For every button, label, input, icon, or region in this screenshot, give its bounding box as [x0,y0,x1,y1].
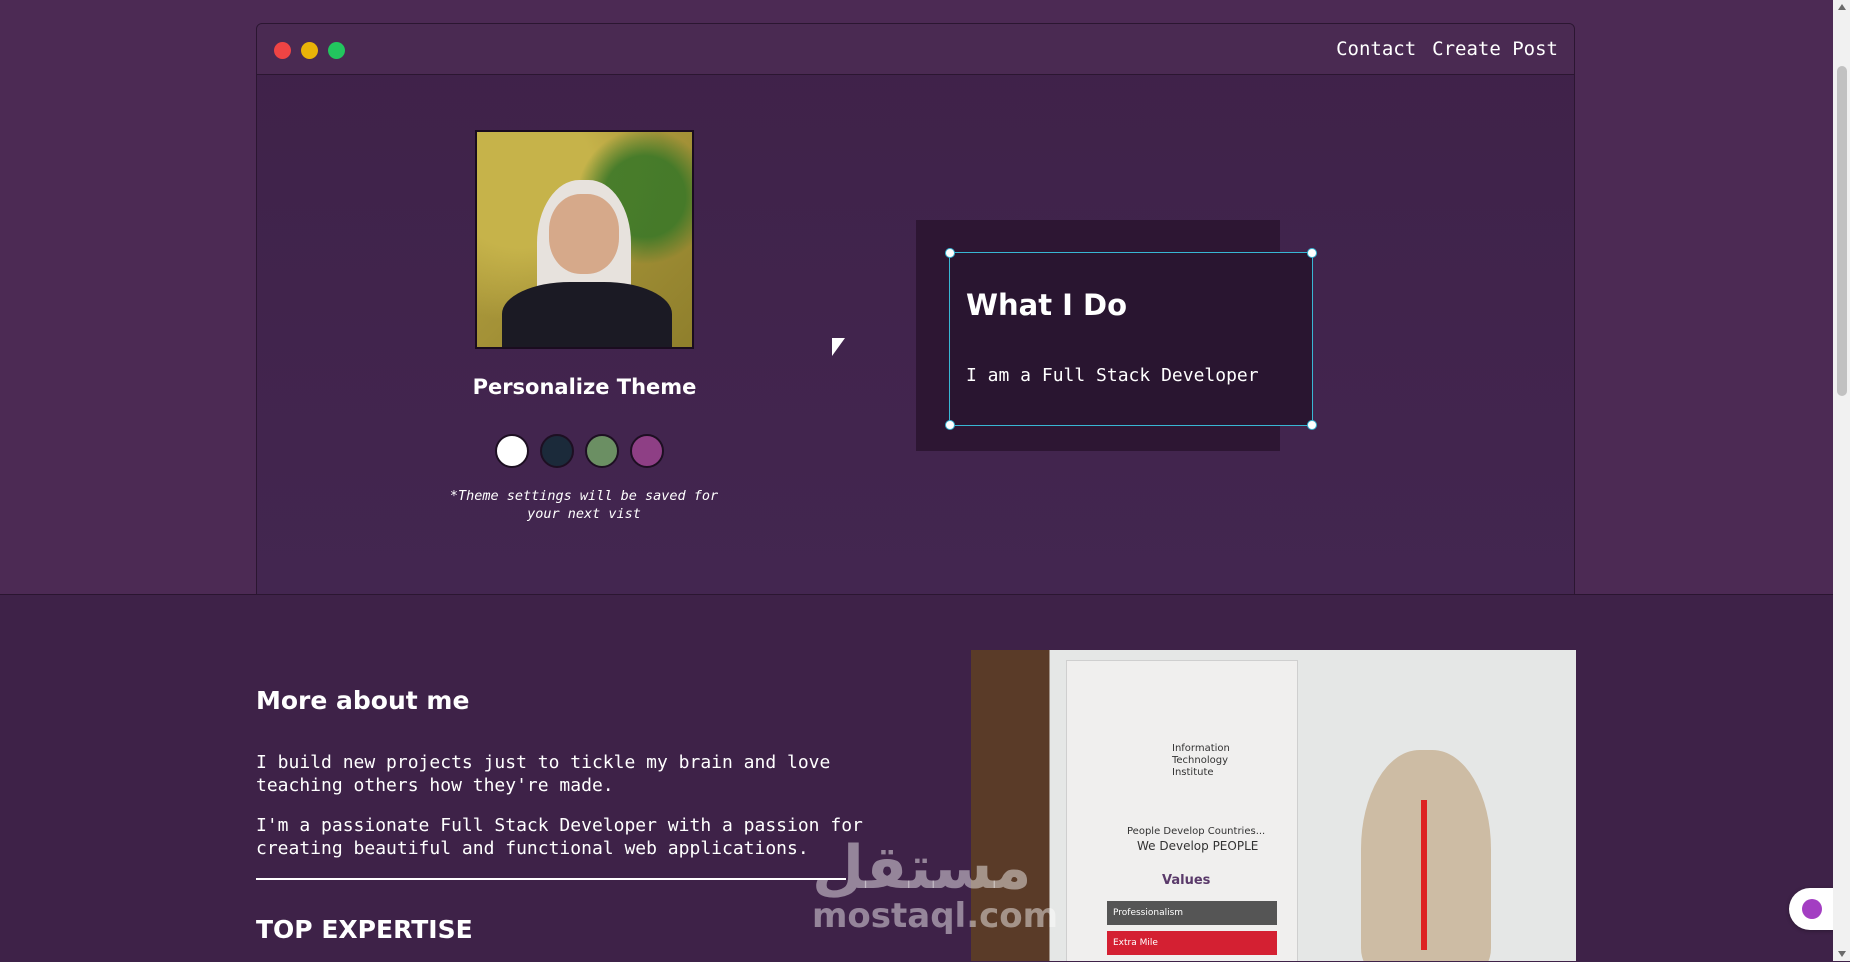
about-paragraph-2: I'm a passionate Full Stack Developer wi… [256,815,863,859]
resize-handle-icon[interactable] [945,420,955,430]
banner-value-1: Professionalism [1107,901,1277,925]
page-scrollbar[interactable] [1833,0,1850,961]
scroll-down-icon[interactable] [1838,951,1846,957]
brain-icon [1801,899,1822,919]
about-paragraph-1: I build new projects just to tickle my b… [256,752,831,796]
banner-org: Information Technology Institute [1172,743,1230,779]
mouse-cursor-icon [832,338,845,356]
banner-slogan-1: People Develop Countries... [1127,826,1266,837]
theme-swatch-green[interactable] [585,434,619,468]
floating-helper-button[interactable] [1789,888,1834,930]
banner-value-2: Extra Mile [1107,931,1277,955]
theme-swatch-dark-blue[interactable] [540,434,574,468]
iti-banner: Information Technology Institute People … [1066,660,1298,961]
close-dot-icon[interactable] [274,42,291,59]
banner-org-line2: Technology [1172,755,1229,766]
nav-create-post-link[interactable]: Create Post [1432,38,1558,60]
theme-note: *Theme settings will be saved for your n… [439,487,729,523]
what-i-do-card[interactable]: What I Do I am a Full Stack Developer [945,248,1317,430]
mostaql-watermark: مستقل mostaql.com [812,838,1058,934]
watermark-arabic: مستقل [812,833,1032,903]
theme-swatch-white[interactable] [495,434,529,468]
window-titlebar: Contact Create Post [257,24,1574,75]
theme-swatches [495,434,664,468]
photo-detail [502,282,672,347]
banner-slogan-2: We Develop PEOPLE [1137,839,1259,853]
minimize-dot-icon[interactable] [301,42,318,59]
more-about-heading: More about me [256,686,470,715]
about-photo: Information Technology Institute People … [971,650,1576,961]
browser-window: Contact Create Post Personalize Theme *T… [256,23,1575,595]
profile-photo [475,130,694,349]
resize-handle-icon[interactable] [945,248,955,258]
theme-note-line1: *Theme settings will be saved for [449,488,719,504]
resize-handle-icon[interactable] [1307,248,1317,258]
nav-contact-link[interactable]: Contact [1336,38,1416,60]
photo-lanyard [1421,800,1427,950]
banner-org-line1: Information [1172,743,1230,754]
divider [256,878,846,880]
theme-note-line2: your next vist [527,506,641,522]
watermark-latin: mostaql.com [812,896,1059,936]
scrollbar-thumb[interactable] [1837,66,1847,396]
scroll-up-icon[interactable] [1838,4,1846,10]
maximize-dot-icon[interactable] [328,42,345,59]
personalize-theme-title: Personalize Theme [472,375,697,399]
what-i-do-text: I am a Full Stack Developer [966,365,1259,386]
top-nav: Contact Create Post [1336,38,1558,60]
top-expertise-heading: TOP EXPERTISE [256,915,473,944]
theme-swatch-purple[interactable] [630,434,664,468]
banner-values: Values [1162,873,1211,888]
banner-org-line3: Institute [1172,767,1214,778]
resize-handle-icon[interactable] [1307,420,1317,430]
photo-detail [549,194,619,274]
what-i-do-heading: What I Do [966,288,1128,322]
